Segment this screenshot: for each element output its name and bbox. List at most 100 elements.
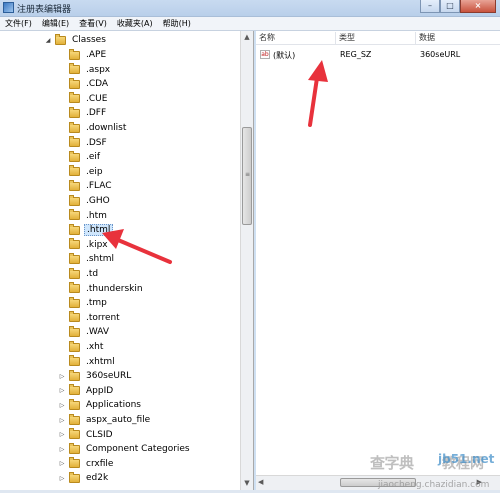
folder-icon	[69, 48, 80, 60]
folder-icon	[69, 340, 80, 352]
menu-view[interactable]: 查看(V)	[74, 17, 112, 30]
tree-item-label: .kipx	[86, 239, 108, 250]
expand-arrow-icon[interactable]: ▷	[58, 460, 66, 467]
tree-item[interactable]: .APE	[58, 48, 108, 62]
tree-item[interactable]: .shtml	[58, 252, 116, 266]
tree-item[interactable]: .aspx	[58, 63, 112, 77]
string-value-icon: ab	[260, 50, 270, 59]
tree-item[interactable]: .td	[58, 267, 100, 281]
tree-item[interactable]: ▷ Applications	[58, 398, 143, 412]
tree-item-label: Component Categories	[86, 444, 190, 455]
tree-item[interactable]: .htm	[58, 209, 109, 223]
tree-item-label: .FLAC	[86, 181, 112, 192]
folder-icon	[69, 223, 80, 235]
tree-item-label: .xht	[86, 342, 104, 352]
folder-icon	[69, 252, 80, 264]
tree-item[interactable]: ▷ CLSID	[58, 428, 115, 442]
folder-icon	[69, 92, 80, 104]
close-button[interactable]: ×	[460, 0, 496, 13]
folder-icon	[69, 413, 80, 425]
folder-icon	[69, 136, 80, 148]
minimize-button[interactable]: –	[420, 0, 440, 13]
grip-icon: ≡	[245, 171, 251, 178]
expand-arrow-icon[interactable]: ▷	[58, 446, 66, 453]
tree-item[interactable]: .torrent	[58, 311, 122, 325]
scroll-up-icon[interactable]: ▲	[241, 31, 253, 44]
watermark-site: jiaocheng.chazidian.com	[378, 480, 490, 490]
tree-item[interactable]: ▷ Component Categories	[58, 442, 192, 456]
menu-file[interactable]: 文件(F)	[0, 17, 37, 30]
expand-arrow-icon[interactable]: ▷	[58, 373, 66, 380]
tree-item[interactable]: .xhtml	[58, 355, 117, 369]
folder-icon	[69, 369, 80, 381]
tree-item[interactable]: .GHO	[58, 194, 112, 208]
expand-arrow-icon[interactable]: ▷	[58, 402, 66, 409]
tree-item[interactable]: .eip	[58, 165, 105, 179]
tree-item-label: .eif	[86, 152, 101, 163]
menu-bar: 文件(F) 编辑(E) 查看(V) 收藏夹(A) 帮助(H)	[0, 17, 500, 31]
folder-icon	[69, 77, 80, 89]
value-type: REG_SZ	[340, 50, 372, 59]
column-data-header[interactable]: 数据	[416, 32, 500, 44]
tree-item-label: .td	[86, 269, 99, 279]
tree-item[interactable]: .kipx	[58, 238, 110, 252]
tree-item[interactable]: .FLAC	[58, 179, 114, 193]
registry-editor-icon	[3, 2, 14, 13]
tree-item[interactable]: ▷ crxfile	[58, 457, 115, 471]
tree-item-label: ed2k	[86, 473, 109, 484]
expand-arrow-icon[interactable]: ▷	[58, 431, 66, 438]
folder-icon	[55, 33, 66, 45]
tree-item[interactable]: .WAV	[58, 325, 111, 339]
tree-item-label: .eip	[86, 166, 103, 177]
folder-icon	[69, 384, 80, 396]
collapse-arrow-icon[interactable]: ◢	[44, 37, 52, 44]
tree-item[interactable]: ▷ 360seURL	[58, 369, 133, 383]
tree-item-label: AppID	[86, 385, 114, 396]
tree-vertical-scrollbar[interactable]: ▲ ≡ ▼	[240, 31, 253, 490]
tree-item[interactable]: .xht	[58, 340, 105, 354]
column-type-header[interactable]: 类型	[336, 32, 416, 44]
tree-item[interactable]: ▷ aspx_auto_file	[58, 413, 152, 427]
tree-item-label: Classes	[72, 35, 106, 45]
column-name-header[interactable]: 名称	[256, 32, 336, 44]
tree-item[interactable]: .CUE	[58, 92, 109, 106]
value-data: 360seURL	[420, 50, 461, 59]
tree-item[interactable]: .CDA	[58, 77, 110, 91]
tree-item[interactable]: .thunderskin	[58, 282, 145, 296]
expand-arrow-icon[interactable]: ▷	[58, 387, 66, 394]
tree-item[interactable]: .DFF	[58, 106, 108, 120]
value-row[interactable]: ab (默认) REG_SZ 360seURL	[256, 49, 500, 62]
tree-item-label: .GHO	[86, 196, 110, 206]
tree-item[interactable]: .DSF	[58, 136, 109, 150]
watermark-badge: jb51.net	[438, 452, 495, 466]
tree-item-classes[interactable]: ◢ Classes	[44, 33, 108, 47]
tree-item[interactable]: .eif	[58, 150, 102, 164]
folder-icon	[69, 428, 80, 440]
expand-arrow-icon[interactable]: ▷	[58, 475, 66, 482]
folder-icon	[69, 442, 80, 454]
tree-item[interactable]: .tmp	[58, 296, 109, 310]
tree-item-label: .WAV	[86, 327, 110, 338]
menu-help[interactable]: 帮助(H)	[158, 17, 196, 30]
menu-edit[interactable]: 编辑(E)	[37, 17, 74, 30]
tree-item-label: .downlist	[86, 123, 127, 133]
menu-favorites[interactable]: 收藏夹(A)	[112, 17, 158, 30]
tree-item[interactable]: .downlist	[58, 121, 128, 135]
tree-item[interactable]: .html	[58, 223, 114, 237]
folder-icon	[69, 457, 80, 469]
tree-item[interactable]: ▷ ed2k	[58, 471, 110, 485]
folder-icon	[69, 106, 80, 118]
folder-icon	[69, 121, 80, 133]
expand-arrow-icon[interactable]: ▷	[58, 417, 66, 424]
scroll-left-icon[interactable]: ◀	[258, 478, 263, 486]
folder-icon	[69, 179, 80, 191]
tree-item[interactable]: ▷ AppID	[58, 384, 115, 398]
values-pane[interactable]: 名称 类型 数据 ab (默认) REG_SZ 360seURL	[256, 31, 500, 475]
maximize-button[interactable]: □	[440, 0, 460, 13]
tree-item-label: .thunderskin	[86, 283, 143, 294]
scroll-down-icon[interactable]: ▼	[241, 477, 253, 490]
registry-tree[interactable]: ◢ Classes .APE .aspx .CDA .CUE .DFF .downlist…	[0, 31, 254, 490]
scroll-thumb[interactable]: ≡	[242, 127, 252, 225]
tree-item-label: CLSID	[86, 429, 113, 440]
folder-icon	[69, 238, 80, 250]
